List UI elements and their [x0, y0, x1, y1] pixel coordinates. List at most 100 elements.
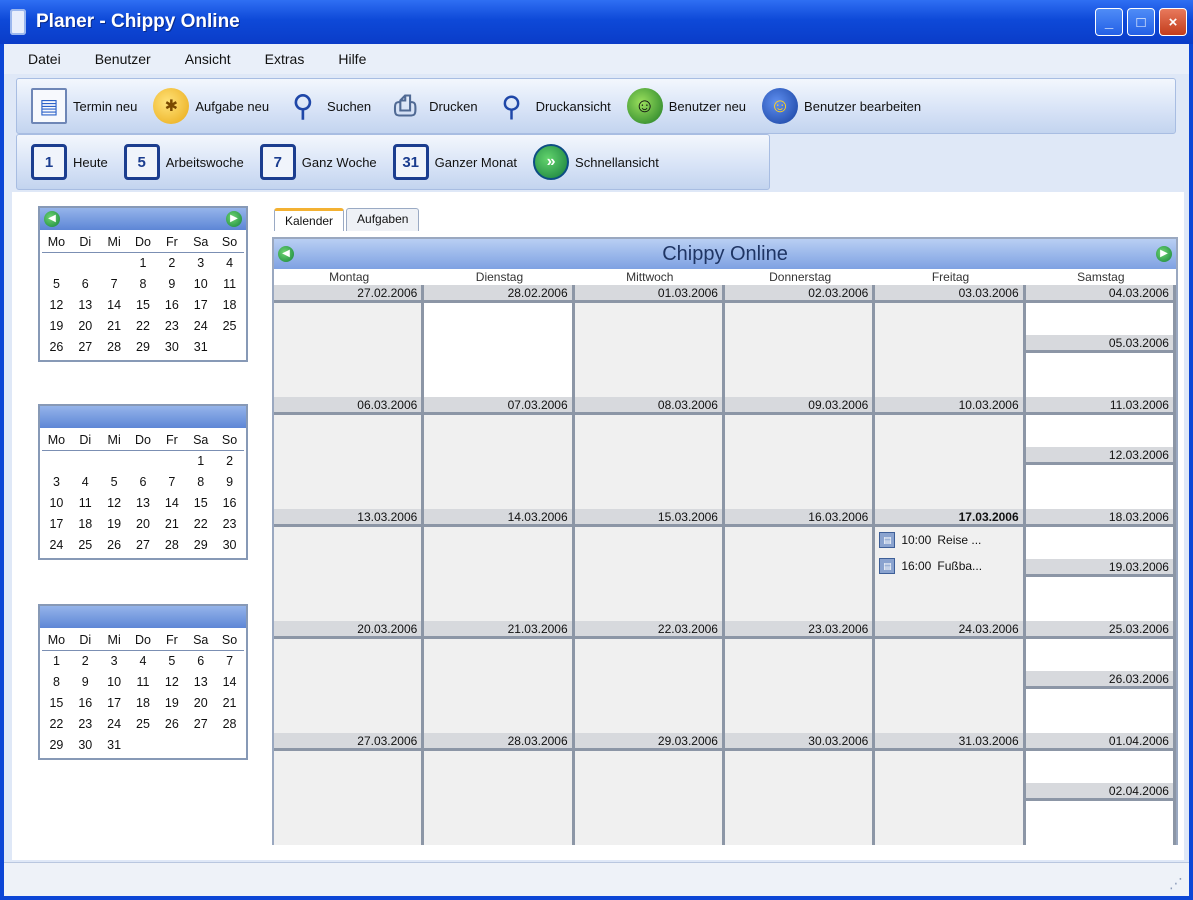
mini-calendar-day[interactable]: 12	[157, 672, 186, 693]
weekend-cell[interactable]: 11.03.2006 12.03.2006	[1025, 397, 1176, 509]
mini-calendar-day[interactable]: 8	[42, 672, 71, 693]
mini-calendar-day[interactable]: 2	[215, 451, 244, 472]
mini-calendar-day[interactable]: 15	[129, 295, 158, 316]
mini-calendar-day[interactable]: 27	[186, 714, 215, 735]
mini-calendar-day[interactable]: 25	[71, 535, 100, 556]
day-cell[interactable]: 28.03.2006	[424, 733, 575, 845]
mini-calendar-day[interactable]: 24	[186, 316, 215, 337]
mini-calendar-day[interactable]: 23	[71, 714, 100, 735]
mini-calendar-day[interactable]: 31	[100, 735, 129, 756]
mini-calendar-day[interactable]: 7	[157, 472, 186, 493]
mini-calendar-day[interactable]: 28	[100, 337, 129, 358]
mini-calendar-day[interactable]: 19	[100, 514, 129, 535]
mini-calendar-day[interactable]: 4	[129, 651, 158, 672]
mini-calendar-day[interactable]: 29	[42, 735, 71, 756]
mini-calendar-day[interactable]: 12	[100, 493, 129, 514]
day-cell[interactable]: 27.03.2006	[274, 733, 425, 845]
mini-calendar-day[interactable]: 14	[215, 672, 244, 693]
mini-calendar-day[interactable]: 2	[157, 253, 186, 274]
mini-calendar-day[interactable]: 26	[157, 714, 186, 735]
mini-calendar-day[interactable]: 5	[100, 472, 129, 493]
day-cell[interactable]: 14.03.2006	[424, 509, 575, 621]
mini-calendar-day[interactable]: 6	[186, 651, 215, 672]
day-cell[interactable]: 31.03.2006	[875, 733, 1026, 845]
mini-calendar-day[interactable]: 17	[100, 693, 129, 714]
mini-calendar-day[interactable]: 31	[186, 337, 215, 358]
mini-calendar-day[interactable]: 29	[186, 535, 215, 556]
mini-calendar-day[interactable]: 30	[215, 535, 244, 556]
mini-calendar-day[interactable]: 27	[71, 337, 100, 358]
menu-ansicht[interactable]: Ansicht	[183, 49, 233, 69]
mini-calendar-day[interactable]: 14	[100, 295, 129, 316]
day-cell[interactable]: 28.02.2006	[424, 285, 575, 397]
weekend-cell[interactable]: 01.04.2006 02.04.2006	[1025, 733, 1176, 845]
mini-calendar-day[interactable]: 27	[129, 535, 158, 556]
mini-calendar-day[interactable]: 11	[71, 493, 100, 514]
mini-calendar-day[interactable]: 14	[157, 493, 186, 514]
weekend-cell[interactable]: 25.03.2006 26.03.2006	[1025, 621, 1176, 733]
mini-calendar-day[interactable]: 22	[186, 514, 215, 535]
mini-calendar-day[interactable]: 25	[215, 316, 244, 337]
mini-calendar-day[interactable]: 11	[215, 274, 244, 295]
day-cell[interactable]: 20.03.2006	[274, 621, 425, 733]
mini-calendar-day[interactable]: 18	[215, 295, 244, 316]
mini-calendar-day[interactable]: 18	[71, 514, 100, 535]
mini-calendar-day[interactable]: 7	[215, 651, 244, 672]
next-month-icon[interactable]: ▶	[1156, 246, 1172, 262]
day-cell[interactable]: 01.03.2006	[574, 285, 725, 397]
day-cell[interactable]: 17.03.2006 ▤ 10:00 Reise ... ▤ 16:00 Fußba...	[875, 509, 1026, 621]
workweek-calendar-button[interactable]: 5 Arbeitswoche	[123, 139, 254, 185]
mini-calendar-day[interactable]: 18	[129, 693, 158, 714]
mini-calendar-day[interactable]: 8	[129, 274, 158, 295]
menu-datei[interactable]: Datei	[26, 49, 63, 69]
day-cell[interactable]: 13.03.2006	[274, 509, 425, 621]
mini-calendar-day[interactable]: 4	[71, 472, 100, 493]
day-cell[interactable]: 15.03.2006	[574, 509, 725, 621]
mini-calendar-day[interactable]: 2	[71, 651, 100, 672]
calendar-event[interactable]: ▤ 16:00 Fußba...	[875, 553, 1022, 579]
mini-calendar-day[interactable]: 23	[215, 514, 244, 535]
close-button[interactable]: ×	[1159, 8, 1187, 36]
day-cell[interactable]: 24.03.2006	[875, 621, 1026, 733]
weekend-cell[interactable]: 18.03.2006 19.03.2006	[1025, 509, 1176, 621]
mini-calendar-day[interactable]: 9	[215, 472, 244, 493]
mini-calendar-day[interactable]: 7	[100, 274, 129, 295]
mini-calendar-day[interactable]: 3	[186, 253, 215, 274]
weekend-cell[interactable]: 04.03.2006 05.03.2006	[1025, 285, 1176, 397]
new-user-button[interactable]: ☺ Benutzer neu	[626, 83, 756, 129]
mini-calendar-day[interactable]: 22	[42, 714, 71, 735]
edit-user-button[interactable]: ☺ Benutzer bearbeiten	[762, 83, 931, 129]
day-cell[interactable]: 30.03.2006	[724, 733, 876, 845]
mini-calendar-day[interactable]: 11	[129, 672, 158, 693]
mini-calendar-day[interactable]: 5	[157, 651, 186, 672]
mini-calendar-day[interactable]: 26	[42, 337, 71, 358]
mini-calendar-day[interactable]: 8	[186, 472, 215, 493]
quick-view-button[interactable]: » Schnellansicht	[533, 139, 669, 185]
day-cell[interactable]: 07.03.2006	[424, 397, 575, 509]
mini-calendar-day[interactable]: 10	[100, 672, 129, 693]
prev-month-icon[interactable]: ◀	[44, 211, 60, 227]
title-bar[interactable]: Planer - Chippy Online _ □ ×	[0, 0, 1193, 44]
mini-calendar-day[interactable]: 28	[215, 714, 244, 735]
mini-calendar-day[interactable]: 3	[100, 651, 129, 672]
day-cell[interactable]: 29.03.2006	[574, 733, 725, 845]
mini-calendar-day[interactable]: 30	[71, 735, 100, 756]
mini-calendar-day[interactable]: 13	[129, 493, 158, 514]
mini-calendar-day[interactable]: 20	[71, 316, 100, 337]
next-month-icon[interactable]: ▶	[226, 211, 242, 227]
mini-calendar-day[interactable]: 22	[129, 316, 158, 337]
mini-calendar-day[interactable]: 1	[42, 651, 71, 672]
mini-calendar-day[interactable]: 21	[215, 693, 244, 714]
mini-calendar-day[interactable]: 30	[157, 337, 186, 358]
mini-calendar-day[interactable]: 9	[71, 672, 100, 693]
day-cell[interactable]: 03.03.2006	[875, 285, 1026, 397]
print-button[interactable]: ⎙ Drucken	[387, 83, 487, 129]
mini-calendar-day[interactable]: 29	[129, 337, 158, 358]
new-task-button[interactable]: ✱ Aufgabe neu	[153, 83, 279, 129]
day-cell[interactable]: 09.03.2006	[724, 397, 876, 509]
mini-calendar-day[interactable]: 17	[186, 295, 215, 316]
mini-calendar-day[interactable]: 24	[100, 714, 129, 735]
day-cell[interactable]: 06.03.2006	[274, 397, 425, 509]
calendar-event[interactable]: ▤ 10:00 Reise ...	[875, 527, 1022, 553]
day-cell[interactable]: 02.03.2006	[724, 285, 876, 397]
